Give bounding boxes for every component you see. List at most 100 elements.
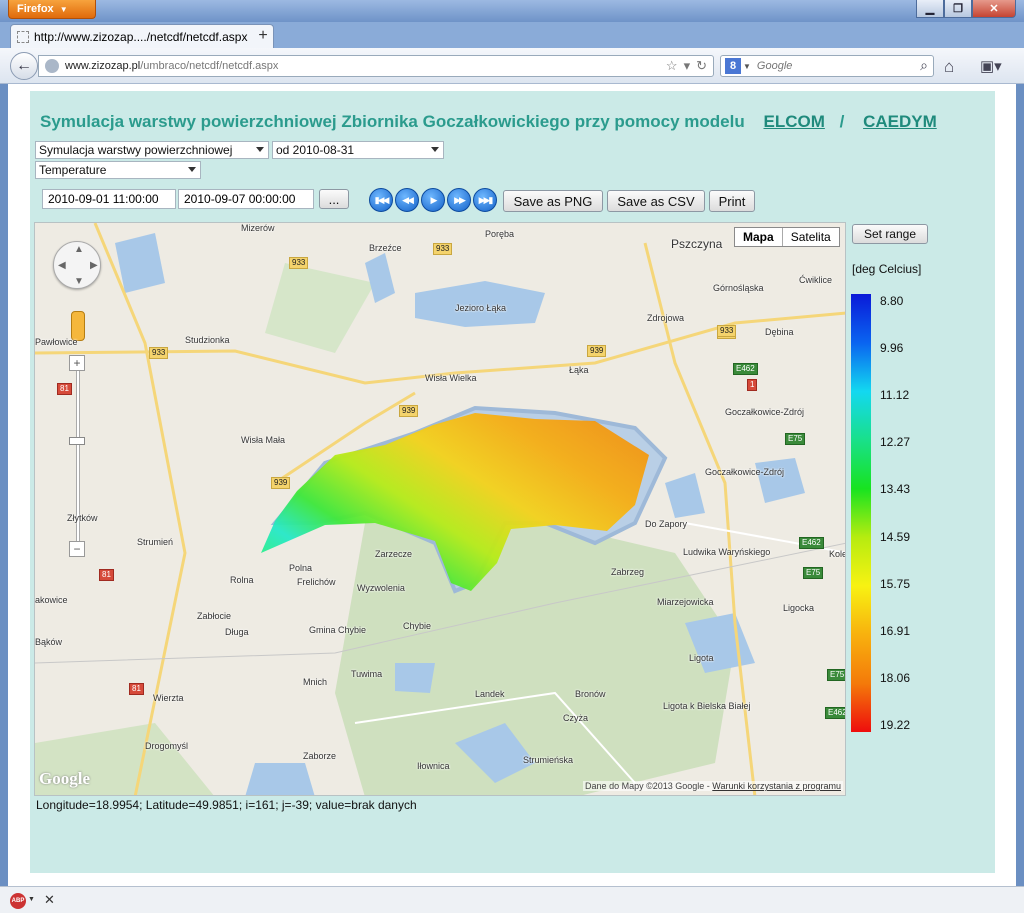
last-frame-icon[interactable]: ▶▶▮: [473, 188, 497, 212]
road-number-badge: E75: [803, 567, 824, 579]
map-copyright-text: Dane do Mapy ©2013 Google -: [585, 781, 710, 791]
zoom-slider-thumb[interactable]: [69, 437, 85, 445]
bookmarks-icon[interactable]: ▣▾: [980, 57, 1002, 75]
back-arrow-icon[interactable]: ←: [10, 52, 38, 80]
rewind-icon[interactable]: ◀◀: [395, 188, 419, 212]
main-panel: Symulacja warstwy powierzchniowej Zbiorn…: [30, 91, 995, 873]
minimize-icon[interactable]: ▁: [916, 0, 944, 18]
close-icon[interactable]: ✕: [44, 892, 55, 908]
pond: [245, 763, 315, 795]
map-place-label: Pawłowice: [35, 337, 78, 347]
star-icon[interactable]: ☆: [666, 58, 678, 74]
map-place-label: Zabłocie: [197, 611, 232, 621]
road-number-badge: 939: [587, 345, 607, 357]
colorbar-tick-label: 8.80: [880, 294, 904, 308]
chevron-down-icon[interactable]: ▼: [28, 896, 35, 903]
variable-select[interactable]: Temperature: [35, 161, 201, 179]
road-number-badge: E75: [827, 669, 845, 681]
firefox-menu-button[interactable]: Firefox ▼: [8, 0, 96, 19]
map-place-label: Landek: [475, 689, 505, 699]
map-place-label: Ligocka: [783, 603, 815, 613]
dropdown-icon[interactable]: ▾: [684, 58, 691, 74]
search-input[interactable]: [756, 60, 907, 72]
map-place-label: Ligota: [689, 653, 714, 663]
colorbar-tick-label: 11.12: [880, 388, 910, 403]
colorbar-tick-label: 18.06: [880, 670, 911, 685]
page-content: Symulacja warstwy powierzchniowej Zbiorn…: [8, 84, 1016, 886]
simulation-select-value: Symulacja warstwy powierzchniowej: [39, 143, 233, 157]
map-place-label: Do Zapory: [645, 519, 688, 529]
road-number-badge: E462: [733, 363, 758, 375]
road-number-badge: E462: [799, 537, 824, 549]
close-window-icon[interactable]: ✕: [972, 0, 1016, 18]
forest-area: [265, 263, 375, 353]
browser-tab[interactable]: http://www.zizozap..../netcdf/netcdf.asp…: [10, 24, 274, 48]
save-png-button[interactable]: Save as PNG: [503, 190, 603, 212]
map-place-label: Gmina Chybie: [309, 625, 367, 635]
set-range-button[interactable]: Set range: [852, 224, 928, 244]
chevron-down-icon: ▼: [59, 4, 68, 14]
map-place-label: Mizerów: [241, 223, 275, 233]
map-place-label: Goczałkowice-Zdrój: [705, 467, 785, 477]
search-bar[interactable]: 8 ▼ ⌕: [720, 55, 934, 77]
pan-up-icon[interactable]: ▲: [74, 244, 84, 255]
maximize-icon[interactable]: ❐: [944, 0, 972, 18]
date-picker-button[interactable]: ...: [319, 189, 349, 209]
map-place-label: Długa: [225, 627, 249, 637]
date-to-input[interactable]: 2010-09-07 00:00:00: [178, 189, 314, 209]
google-search-icon[interactable]: 8: [725, 58, 741, 74]
map-place-label: Zabrzeg: [611, 567, 645, 577]
pond: [395, 663, 435, 693]
map-view[interactable]: Mapa Satelita ▲ ▼ ◀ ▶ + − Mizerów Brzeźce…: [34, 222, 846, 796]
pan-control[interactable]: ▲ ▼ ◀ ▶: [53, 241, 101, 289]
url-path: /umbraco/netcdf/netcdf.aspx: [140, 60, 279, 72]
pan-right-icon[interactable]: ▶: [90, 260, 98, 271]
map-place-label: Czyża: [563, 713, 589, 723]
pan-left-icon[interactable]: ◀: [58, 260, 66, 271]
page-title: Symulacja warstwy powierzchniowej Zbiorn…: [40, 112, 937, 132]
map-place-label: Wisła Mała: [241, 435, 286, 445]
adblock-icon[interactable]: ABP: [10, 893, 26, 909]
zoom-out-icon[interactable]: −: [69, 541, 85, 557]
first-frame-icon[interactable]: ▮◀◀: [369, 188, 393, 212]
fast-forward-icon[interactable]: ▶▶: [447, 188, 471, 212]
map-type-button[interactable]: Mapa: [735, 228, 783, 246]
satellite-type-button[interactable]: Satelita: [783, 228, 839, 246]
colorbar-tick-label: 19.22: [880, 718, 911, 732]
elcom-link[interactable]: ELCOM: [763, 112, 824, 131]
link-separator: /: [839, 112, 845, 131]
google-logo: Google: [39, 769, 90, 788]
colorbar-tick-label: 14.59: [880, 529, 911, 544]
navigation-bar: ← www.zizozap.pl/umbraco/netcdf/netcdf.a…: [0, 48, 1024, 84]
map-place-label: Mnich: [303, 677, 328, 687]
chevron-down-icon[interactable]: ▼: [743, 62, 751, 71]
map-place-label: Pszczyna: [671, 237, 723, 251]
period-select[interactable]: od 2010-08-31: [272, 141, 444, 159]
date-from-input[interactable]: 2010-09-01 11:00:00: [42, 189, 176, 209]
simulation-select[interactable]: Symulacja warstwy powierzchniowej: [35, 141, 269, 159]
url-bar[interactable]: www.zizozap.pl/umbraco/netcdf/netcdf.asp…: [38, 55, 714, 77]
home-icon[interactable]: ⌂: [944, 57, 954, 77]
tab-strip: http://www.zizozap..../netcdf/netcdf.asp…: [0, 22, 1024, 48]
zoom-in-icon[interactable]: +: [69, 355, 85, 371]
reload-icon[interactable]: ↻: [696, 58, 707, 74]
caedym-link[interactable]: CAEDYM: [863, 112, 937, 131]
map-place-label: Ćwiklice: [799, 275, 833, 285]
pan-down-icon[interactable]: ▼: [74, 276, 84, 287]
save-csv-button[interactable]: Save as CSV: [607, 190, 705, 212]
road-number-badge: 933: [289, 257, 309, 269]
map-place-label: Górnośląska: [713, 283, 764, 293]
map-place-label: Strumień: [137, 537, 174, 547]
map-place-label: Wisła Wielka: [425, 373, 477, 383]
map-place-label: Iłownica: [417, 761, 450, 771]
map-place-label: Goczałkowice-Zdrój: [725, 407, 805, 417]
new-tab-icon[interactable]: +: [252, 26, 274, 46]
map-copyright: Dane do Mapy ©2013 Google - Warunki korz…: [583, 781, 843, 791]
magnifier-icon[interactable]: ⌕: [920, 57, 928, 74]
url-domain: www.zizozap.pl: [65, 60, 141, 72]
terms-link[interactable]: Warunki korzystania z programu: [712, 781, 841, 791]
chevron-down-icon: [256, 147, 264, 152]
play-icon[interactable]: ▶: [421, 188, 445, 212]
period-select-value: od 2010-08-31: [276, 143, 355, 157]
print-button[interactable]: Print: [709, 190, 755, 212]
